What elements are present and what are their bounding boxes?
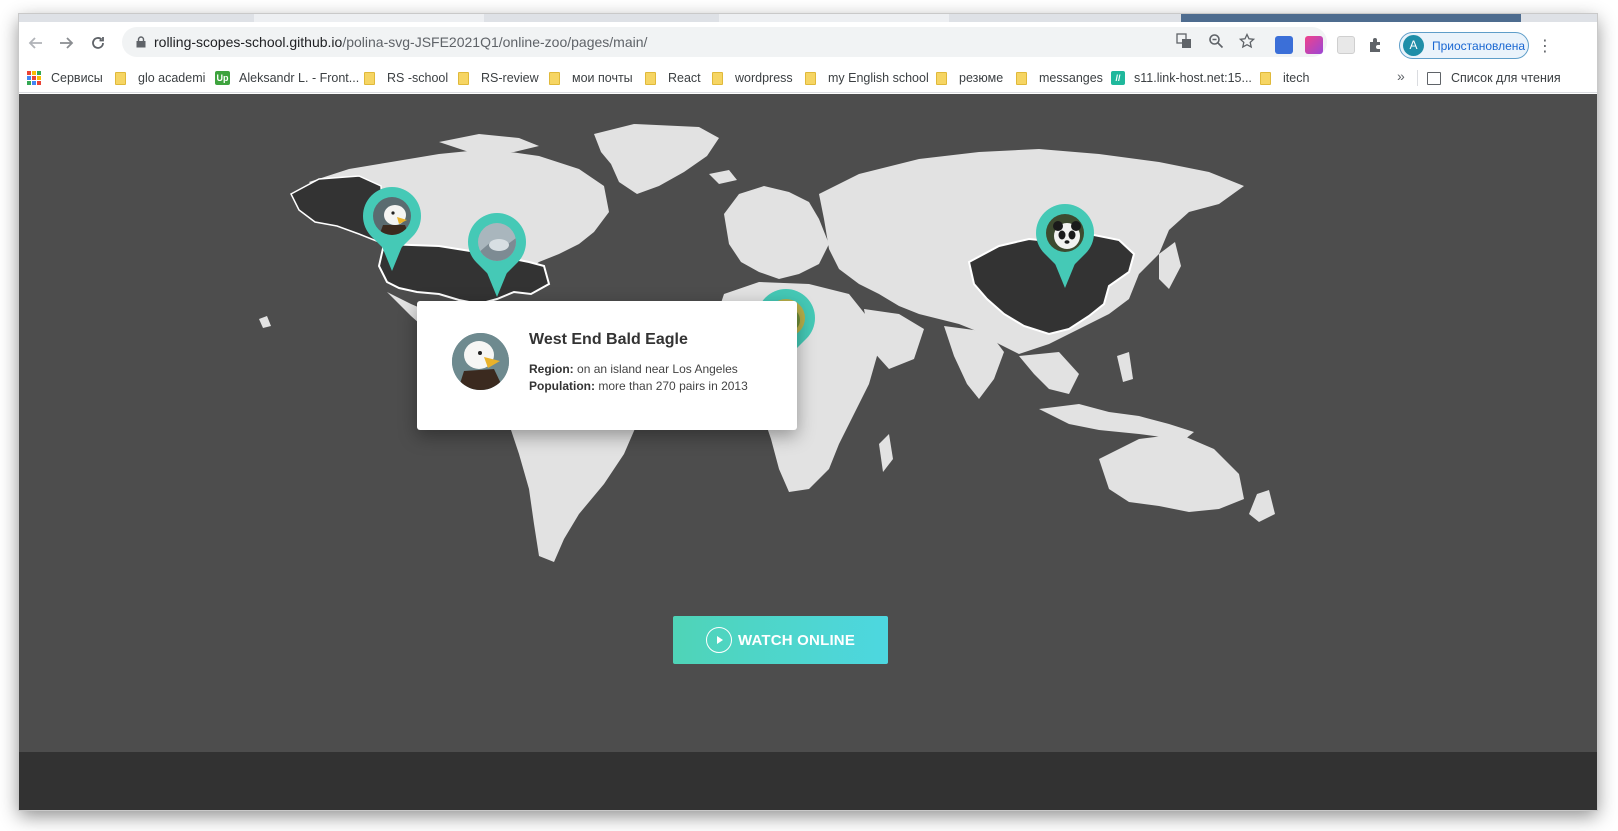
folder-icon — [1016, 71, 1027, 85]
extension-grid-icon[interactable] — [1337, 36, 1355, 54]
folder-icon — [805, 71, 816, 85]
tab-strip — [19, 14, 1597, 22]
arrow-right-icon — [60, 37, 74, 49]
folder-icon — [458, 71, 469, 85]
bookmark-label: RS-review — [481, 71, 539, 85]
bookmark-folder[interactable]: RS -school — [364, 69, 448, 87]
bookmark-folder[interactable]: RS-review — [458, 69, 539, 87]
address-bar[interactable]: rolling-scopes-school.github.io/polina-s… — [122, 27, 1327, 57]
bookmark-folder[interactable]: wordpress — [712, 69, 793, 87]
reading-list-icon — [1427, 71, 1441, 85]
divider — [1417, 70, 1418, 86]
play-icon — [705, 627, 732, 653]
bookmark-label: my English school — [828, 71, 929, 85]
bookmark-label: wordpress — [735, 71, 793, 85]
bookmark-folder[interactable]: my English school — [805, 69, 929, 87]
population-value: more than 270 pairs in 2013 — [598, 379, 748, 393]
bald-eagle-thumbnail-icon — [371, 195, 413, 237]
link-host-icon: // — [1111, 71, 1125, 85]
animal-region: Region: on an island near Los Angeles — [529, 362, 738, 376]
bookmark-label: s11.link-host.net:15... — [1134, 71, 1252, 85]
region-label: Region: — [529, 362, 574, 376]
map-europe — [724, 186, 829, 279]
extension-scissors-icon[interactable] — [1275, 36, 1293, 54]
arrow-left-icon — [28, 37, 42, 49]
folder-icon — [712, 71, 723, 85]
url-text: rolling-scopes-school.github.io/polina-s… — [154, 34, 647, 50]
reading-list[interactable]: Список для чтения — [1427, 69, 1561, 87]
bookmark-label: messanges — [1039, 71, 1103, 85]
upwork-icon: Up — [215, 71, 230, 85]
zoo-map-section: West End Bald Eagle Region: on an island… — [19, 94, 1597, 810]
bookmark-label: React — [668, 71, 701, 85]
bookmark-link[interactable]: Up Aleksandr L. - Front... — [215, 69, 359, 87]
tab[interactable] — [719, 14, 949, 22]
url-path: /polina-svg-JSFE2021Q1/online-zoo/pages/… — [342, 34, 648, 50]
folder-icon — [364, 71, 375, 85]
bookmark-folder[interactable]: React — [645, 69, 701, 87]
footer — [19, 752, 1597, 810]
translate-icon[interactable] — [1175, 33, 1193, 51]
zoom-icon[interactable] — [1207, 33, 1225, 51]
folder-icon — [1260, 71, 1271, 85]
bookmark-label: мои почты — [572, 71, 633, 85]
region-value: on an island near Los Angeles — [577, 362, 738, 376]
panda-thumbnail-icon — [1044, 212, 1086, 254]
map-pin-panda[interactable] — [1023, 191, 1107, 290]
bookmarks-bar: Сервисы glo academi Up Aleksandr L. - Fr… — [19, 62, 1597, 93]
bald-eagle-avatar — [452, 333, 509, 390]
bookmark-star-icon[interactable] — [1238, 32, 1256, 51]
folder-icon — [936, 71, 947, 85]
avatar: A — [1403, 35, 1424, 56]
tab[interactable] — [254, 14, 484, 22]
animal-name: West End Bald Eagle — [529, 331, 688, 348]
bookmark-folder[interactable]: резюме — [936, 69, 1003, 87]
profile-status-label: Приостановлена — [1432, 38, 1526, 53]
bookmark-folder[interactable]: мои почты — [549, 69, 633, 87]
reading-list-label: Список для чтения — [1451, 71, 1561, 85]
more-bookmarks-chevron-icon[interactable]: » — [1397, 68, 1405, 84]
browser-menu-icon[interactable]: ⋮ — [1537, 36, 1553, 56]
bookmark-folder[interactable]: glo academi — [115, 69, 205, 87]
bookmark-label: резюме — [959, 71, 1004, 85]
animal-info-card: West End Bald Eagle Region: on an island… — [417, 301, 797, 430]
folder-icon — [115, 71, 126, 85]
browser-toolbar: rolling-scopes-school.github.io/polina-s… — [19, 22, 1597, 62]
lock-icon — [136, 36, 146, 48]
browser-window: rolling-scopes-school.github.io/polina-s… — [19, 14, 1597, 810]
extensions-puzzle-icon[interactable] — [1367, 36, 1385, 54]
active-tab[interactable] — [1181, 14, 1521, 22]
reload-button[interactable] — [85, 30, 111, 56]
population-label: Population: — [529, 379, 595, 393]
bookmark-folder[interactable]: itech — [1260, 69, 1309, 87]
animal-thumbnail-icon — [476, 221, 518, 263]
bookmark-label: itech — [1283, 71, 1310, 85]
folder-icon — [645, 71, 656, 85]
bookmark-label: glo academi — [138, 71, 206, 85]
animal-population: Population: more than 270 pairs in 2013 — [529, 379, 748, 393]
map-pin-animal[interactable] — [455, 200, 539, 299]
map-greenland — [594, 124, 719, 194]
watch-online-label: WATCH ONLINE — [737, 631, 856, 649]
back-button[interactable] — [23, 30, 49, 56]
bookmark-apps[interactable]: Сервисы — [27, 69, 103, 87]
watch-online-button[interactable]: WATCH ONLINE — [673, 616, 888, 664]
forward-button[interactable] — [53, 30, 79, 56]
bookmark-label: RS -school — [387, 71, 449, 85]
bookmark-folder[interactable]: messanges — [1016, 69, 1103, 87]
folder-icon — [549, 71, 560, 85]
url-host: rolling-scopes-school.github.io — [154, 34, 343, 50]
map-australia — [1099, 434, 1244, 512]
bookmark-link[interactable]: // s11.link-host.net:15... — [1111, 69, 1252, 87]
profile-button[interactable]: A Приостановлена — [1399, 32, 1529, 59]
reload-icon — [92, 37, 104, 49]
apps-grid-icon — [27, 71, 41, 85]
bookmark-label: Aleksandr L. - Front... — [239, 71, 360, 85]
extension-color-icon[interactable] — [1305, 36, 1323, 54]
map-pin-bald-eagle[interactable] — [350, 174, 434, 273]
bookmark-label: Сервисы — [51, 71, 103, 85]
